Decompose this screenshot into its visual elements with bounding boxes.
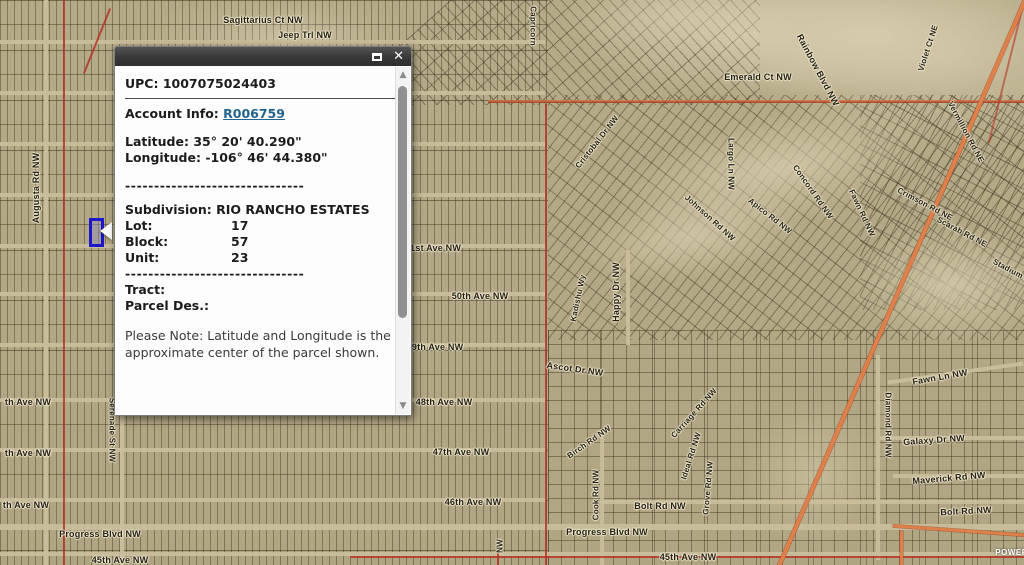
block-line: Block:57 bbox=[125, 234, 395, 250]
account-info-line: Account Info: R006759 bbox=[125, 106, 395, 122]
street-label: 51st Ave NW bbox=[405, 243, 461, 253]
popup-anchor-arrow bbox=[100, 222, 112, 240]
parcel-des-line: Parcel Des.: bbox=[125, 298, 395, 314]
street-label: 45th Ave NW bbox=[660, 552, 717, 562]
longitude-line: Longitude: -106° 46' 44.380" bbox=[125, 150, 395, 166]
unit-line: Unit:23 bbox=[125, 250, 395, 266]
scroll-up-icon[interactable]: ▲ bbox=[396, 70, 410, 80]
street-label: 45th Ave NW bbox=[92, 555, 149, 565]
street-label: Progress Blvd NW bbox=[566, 527, 648, 537]
scroll-down-icon[interactable]: ▼ bbox=[396, 401, 410, 411]
street-happy bbox=[626, 250, 630, 345]
map-viewport[interactable]: POWER Sagittarius Ct NW Jeep Trl NW Capric… bbox=[0, 0, 1024, 565]
subdivision-line: Subdivision: RIO RANCHO ESTATES bbox=[125, 202, 395, 218]
street-label: Bolt Rd NW bbox=[634, 501, 686, 511]
street-augusta bbox=[44, 0, 48, 565]
popup-body: UPC: 1007075024403 Account Info: R006759… bbox=[115, 66, 411, 415]
latitude-line: Latitude: 35° 20' 40.290" bbox=[125, 134, 395, 150]
boundary-line bbox=[488, 100, 1024, 103]
street-label: Augusta Rd NW bbox=[31, 153, 41, 224]
street-label: Largo Ln NW bbox=[727, 138, 736, 190]
street-label: 46th Ave NW bbox=[445, 497, 502, 507]
road-line bbox=[900, 531, 903, 565]
street-label: Happy Dr NW bbox=[611, 262, 621, 322]
dashed-divider: ------------------------------- bbox=[125, 178, 395, 194]
street bbox=[0, 40, 545, 44]
watermark: POWER bbox=[995, 548, 1024, 557]
popup-titlebar[interactable]: ✕ bbox=[115, 47, 411, 66]
street-label: Diamond Rd NW bbox=[884, 392, 893, 457]
boundary-line bbox=[63, 0, 65, 565]
scrollbar-thumb[interactable] bbox=[398, 86, 407, 318]
street-label: th Ave NW bbox=[5, 448, 51, 458]
street-label: 50th Ave NW bbox=[452, 291, 509, 301]
tract-line: Tract: bbox=[125, 282, 395, 298]
street-label: th Ave NW bbox=[5, 397, 51, 407]
street-label: Emerald Ct NW bbox=[724, 72, 792, 82]
street-label: 47th Ave NW bbox=[433, 447, 490, 457]
divider-rule bbox=[125, 98, 395, 99]
street-label: th Ave NW bbox=[3, 500, 49, 510]
boundary-line bbox=[545, 104, 547, 565]
upc-value: 1007075024403 bbox=[163, 76, 276, 91]
street-cook bbox=[600, 430, 604, 565]
street-label: NW bbox=[496, 539, 505, 553]
account-link[interactable]: R006759 bbox=[223, 106, 285, 121]
note-text: Please Note: Latitude and Longitude is t… bbox=[125, 327, 395, 361]
street-label: Jeep Trl NW bbox=[278, 30, 332, 40]
upc-line: UPC: 1007075024403 bbox=[125, 76, 395, 92]
street-label: Cook Rd NW bbox=[592, 470, 601, 520]
street-progress-blvd bbox=[0, 524, 1024, 530]
street-label: 48th Ave NW bbox=[416, 397, 473, 407]
street-label: Capricorn bbox=[529, 6, 538, 46]
dashed-divider: ------------------------------- bbox=[125, 266, 395, 282]
street-label: Sagittarius Ct NW bbox=[223, 15, 302, 25]
popup-scrollbar[interactable]: ▲ ▼ bbox=[395, 67, 410, 414]
street-label: 49th Ave NW bbox=[407, 342, 464, 352]
close-icon[interactable]: ✕ bbox=[393, 50, 404, 63]
street-label: Progress Blvd NW bbox=[59, 529, 141, 539]
street-diamond bbox=[876, 355, 880, 560]
maximize-icon[interactable] bbox=[372, 53, 382, 61]
lot-line: Lot:17 bbox=[125, 218, 395, 234]
parcel-info-popup: ✕ UPC: 1007075024403 Account Info: R0067… bbox=[114, 46, 412, 416]
